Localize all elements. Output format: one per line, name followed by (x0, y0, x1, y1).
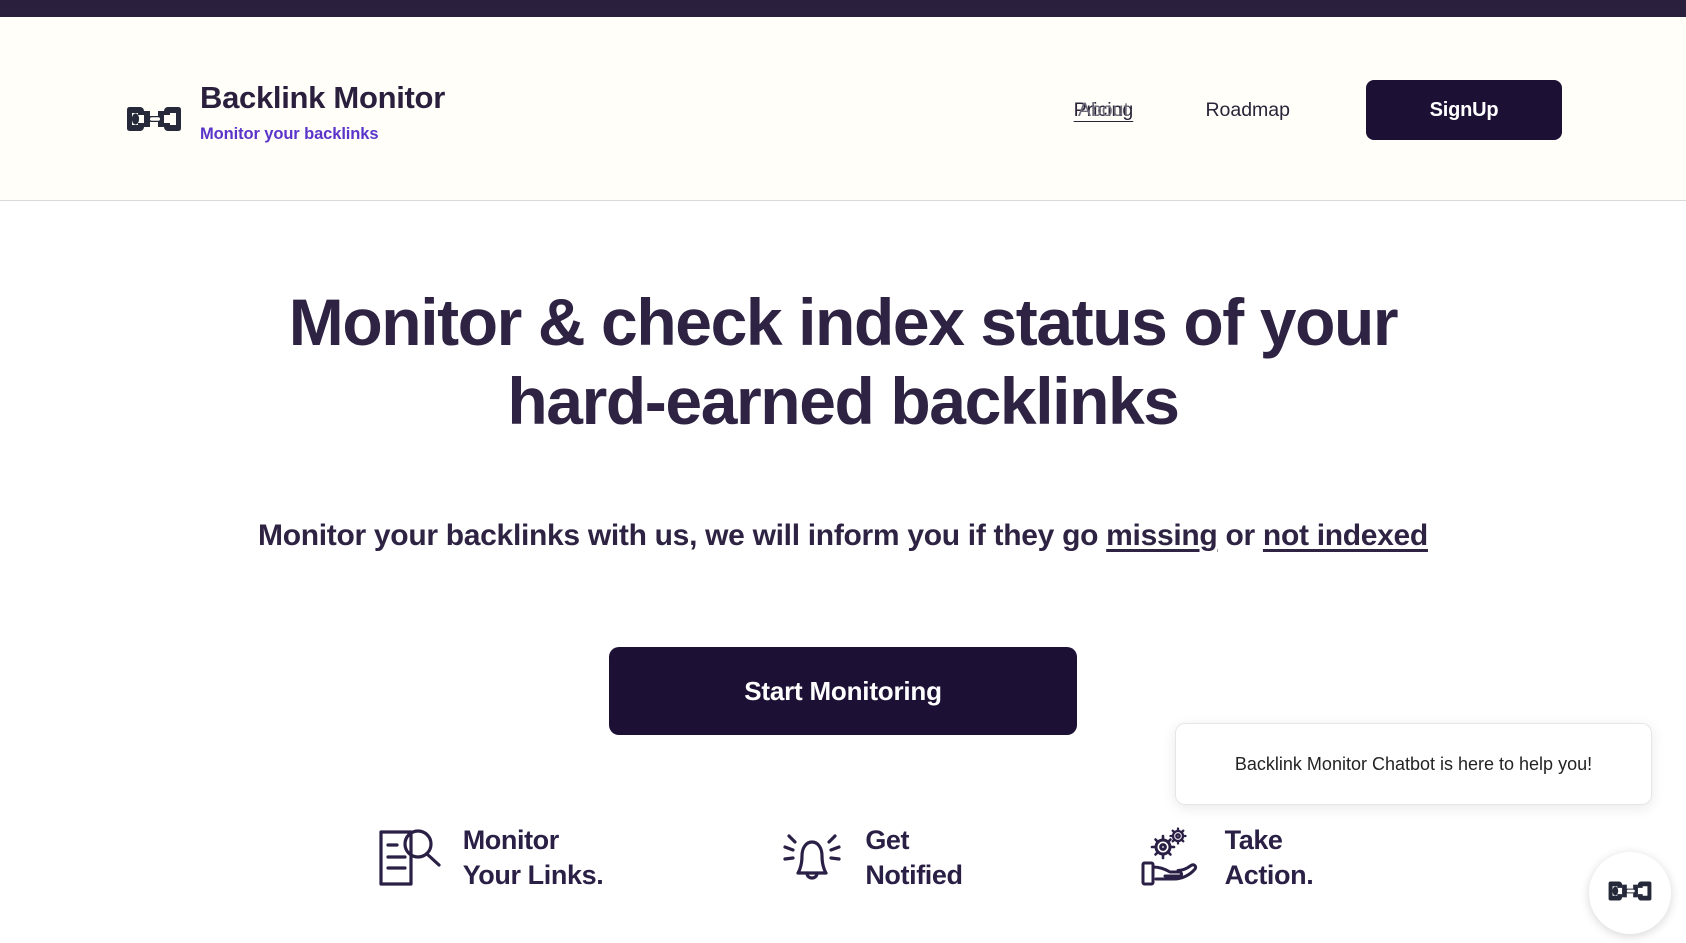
hero-section: Monitor & check index status of your har… (0, 201, 1686, 943)
site-header: Backlink Monitor Monitor your backlinks … (0, 17, 1686, 201)
top-accent-bar (0, 0, 1686, 17)
feature-item-notified: Get Notified (775, 823, 963, 892)
chatbot-launcher-button[interactable] (1589, 852, 1671, 934)
hero-subtitle: Monitor your backlinks with us, we will … (0, 519, 1686, 553)
hero-subtitle-part-1: Monitor your backlinks with us, we will … (258, 519, 1107, 552)
feature-label-action: Take Action. (1224, 825, 1314, 890)
hero-title-line-1: Monitor & check index status of your (288, 285, 1399, 359)
feature-label-notified: Get Notified (865, 825, 963, 890)
nav-overlapping-links: Pricing About (1049, 95, 1157, 125)
hero-link-not-indexed[interactable]: not indexed (1263, 519, 1428, 552)
main-nav: Pricing About Roadmap SignUp (1049, 80, 1562, 140)
chatbot-message-text: Backlink Monitor Chatbot is here to help… (1234, 753, 1593, 774)
chatbot-message-bubble[interactable]: Backlink Monitor Chatbot is here to help… (1175, 723, 1652, 805)
page-title: Monitor & check index status of your har… (0, 283, 1686, 441)
nav-link-roadmap[interactable]: Roadmap (1205, 95, 1290, 125)
feature-item-monitor: Monitor Your Links. (373, 823, 604, 892)
bell-ringing-icon (775, 825, 849, 891)
chain-link-icon (124, 90, 184, 148)
hand-gears-icon (1135, 825, 1209, 891)
brand[interactable]: Backlink Monitor Monitor your backlinks (124, 80, 445, 148)
nav-link-about[interactable]: About (1078, 95, 1129, 125)
feature-list: Monitor Your Links. Get Notified Take Ac… (0, 823, 1686, 892)
signup-button[interactable]: SignUp (1366, 80, 1562, 140)
hero-subtitle-part-2: or (1217, 519, 1263, 552)
document-search-icon (373, 825, 447, 891)
brand-tagline: Monitor your backlinks (200, 124, 379, 143)
brand-title: Backlink Monitor (200, 80, 445, 115)
hero-title-line-2: hard-earned backlinks (507, 364, 1180, 439)
chain-link-icon (1606, 868, 1654, 919)
feature-item-action: Take Action. (1135, 823, 1314, 892)
feature-label-monitor: Monitor Your Links. (462, 825, 604, 890)
hero-link-missing[interactable]: missing (1106, 519, 1218, 552)
start-monitoring-button[interactable]: Start Monitoring (609, 647, 1077, 735)
